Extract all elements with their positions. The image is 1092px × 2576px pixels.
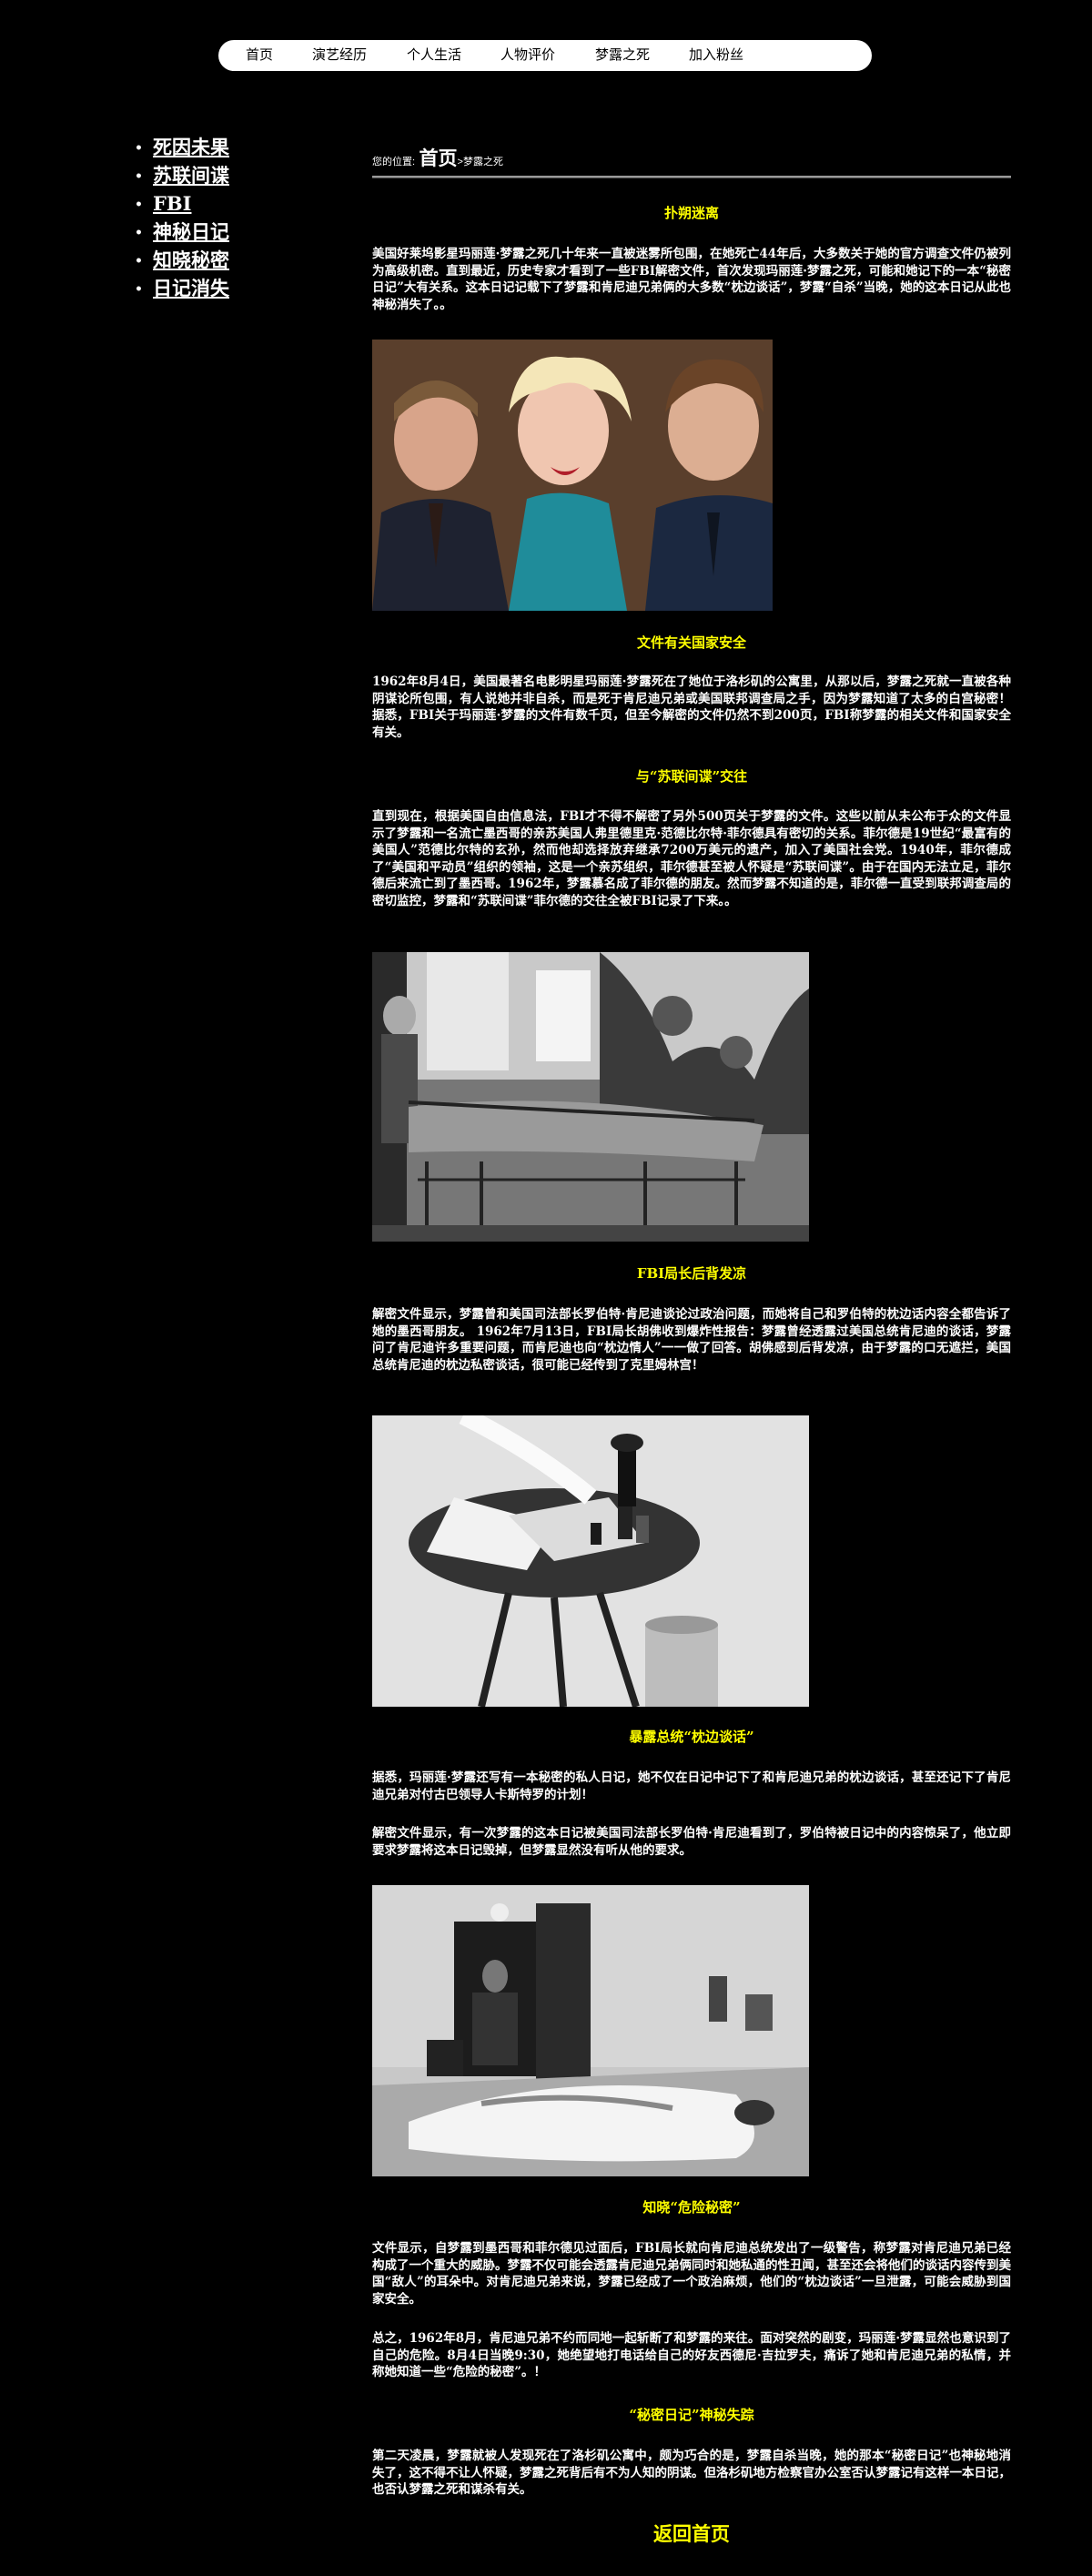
bullet-icon: • [135,282,143,297]
article-paragraph: 据悉，玛丽莲·梦露还写有一本秘密的私人日记，她不仅在日记中记下了和肯尼迪兄弟的枕… [372,1770,1011,1802]
section-title: 与“苏联间谍”交往 [635,768,748,785]
section-title: 知晓“危险秘密” [642,2199,741,2216]
sidebar-item-secret-diary: • 神秘日记 [135,218,335,246]
article-photo [372,340,773,611]
article-paragraph: 解密文件显示，有一次梦露的这本日记被美国司法部长罗伯特·肯尼迪看到了，罗伯特被日… [372,1826,1011,1858]
top-nav: 首页 演艺经历 个人生活 人物评价 梦露之死 加入粉丝 [218,40,872,71]
nav-link-home[interactable]: 首页 [246,40,273,71]
bullet-icon: • [135,169,143,184]
bullet-icon: • [135,198,143,212]
sidebar-link[interactable]: 死因未果 [153,136,229,158]
article-paragraph: 美国好莱坞影星玛丽莲·梦露之死几十年来一直被迷雾所包围，在她死亡44年后，大多数… [372,247,1011,312]
breadcrumb-current: 梦露之死 [462,157,503,167]
sidebar-nav: • 死因未果 • 苏联间谍 • FBI • 神秘日记 • 知晓秘密 • 日记消失 [135,133,335,302]
sidebar-item-fbi: • FBI [135,189,335,218]
photo-bedroom [372,1885,809,2176]
section-title: 文件有关国家安全 [636,634,746,651]
breadcrumb-divider [372,176,1011,178]
article-paragraph: 解密文件显示，梦露曾和美国司法部长罗伯特·肯尼迪谈论过政治问题，而她将自己和罗伯… [372,1307,1011,1373]
back-home: 返回首页 [372,2521,1011,2547]
sidebar-link[interactable]: 知晓秘密 [153,248,229,271]
sidebar-item-cause-unknown: • 死因未果 [135,133,335,161]
bullet-icon: • [135,226,143,240]
breadcrumb-label: 您的位置: [372,157,416,167]
sidebar-item-know-secret: • 知晓秘密 [135,246,335,274]
section-title: 暴露总统“枕边谈话” [629,1729,754,1745]
photo-gurney [372,952,809,1242]
photo-kennedys-monroe [372,340,773,611]
back-home-link[interactable]: 返回首页 [653,2522,730,2545]
article-paragraph: 第二天凌晨，梦露就被人发现死在了洛杉矶公寓中，颇为巧合的是，梦露自杀当晚，她的那… [372,2449,1011,2497]
section-title: FBI局长后背发凉 [636,1265,747,1282]
nav-link-death[interactable]: 梦露之死 [595,40,650,71]
article-paragraph: 总之，1962年8月，肯尼迪兄弟不约而同地一起斩断了和梦露的来往。面对突然的剧变… [372,2331,1011,2379]
article-paragraph: 1962年8月4日，美国最著名电影明星玛丽莲·梦露死在了她位于洛杉矶的公寓里，从… [372,674,1011,740]
sidebar-link[interactable]: 神秘日记 [153,220,229,243]
article-paragraph: 直到现在，根据美国自由信息法，FBI才不得不解密了另外500页关于梦露的文件。这… [372,809,1011,908]
nav-link-reviews[interactable]: 人物评价 [500,40,555,71]
section-title: “秘密日记”神秘失踪 [629,2407,754,2423]
nav-link-join-fans[interactable]: 加入粉丝 [689,40,743,71]
bullet-icon: • [135,141,143,156]
article-paragraph: 文件显示，自梦露到墨西哥和菲尔德见过面后，FBI局长就向肯尼迪总统发出了一级警告… [372,2241,1011,2307]
article-photo [372,952,809,1242]
sidebar-link[interactable]: 苏联间谍 [153,164,229,187]
nav-link-career[interactable]: 演艺经历 [312,40,367,71]
sidebar-link[interactable]: 日记消失 [153,277,229,299]
sidebar-link[interactable]: FBI [153,192,191,215]
bullet-icon: • [135,254,143,269]
photo-nightstand [372,1415,809,1707]
sidebar-item-diary-vanished: • 日记消失 [135,274,335,302]
article-photo [372,1885,809,2176]
article-photo [372,1415,809,1707]
breadcrumb-home-link[interactable]: 首页 [420,148,458,169]
nav-link-personal-life[interactable]: 个人生活 [407,40,461,71]
section-title: 扑朔迷离 [663,205,719,221]
breadcrumb: 您的位置: 首页>梦露之死 [372,144,1011,173]
sidebar-item-soviet-spy: • 苏联间谍 [135,161,335,189]
